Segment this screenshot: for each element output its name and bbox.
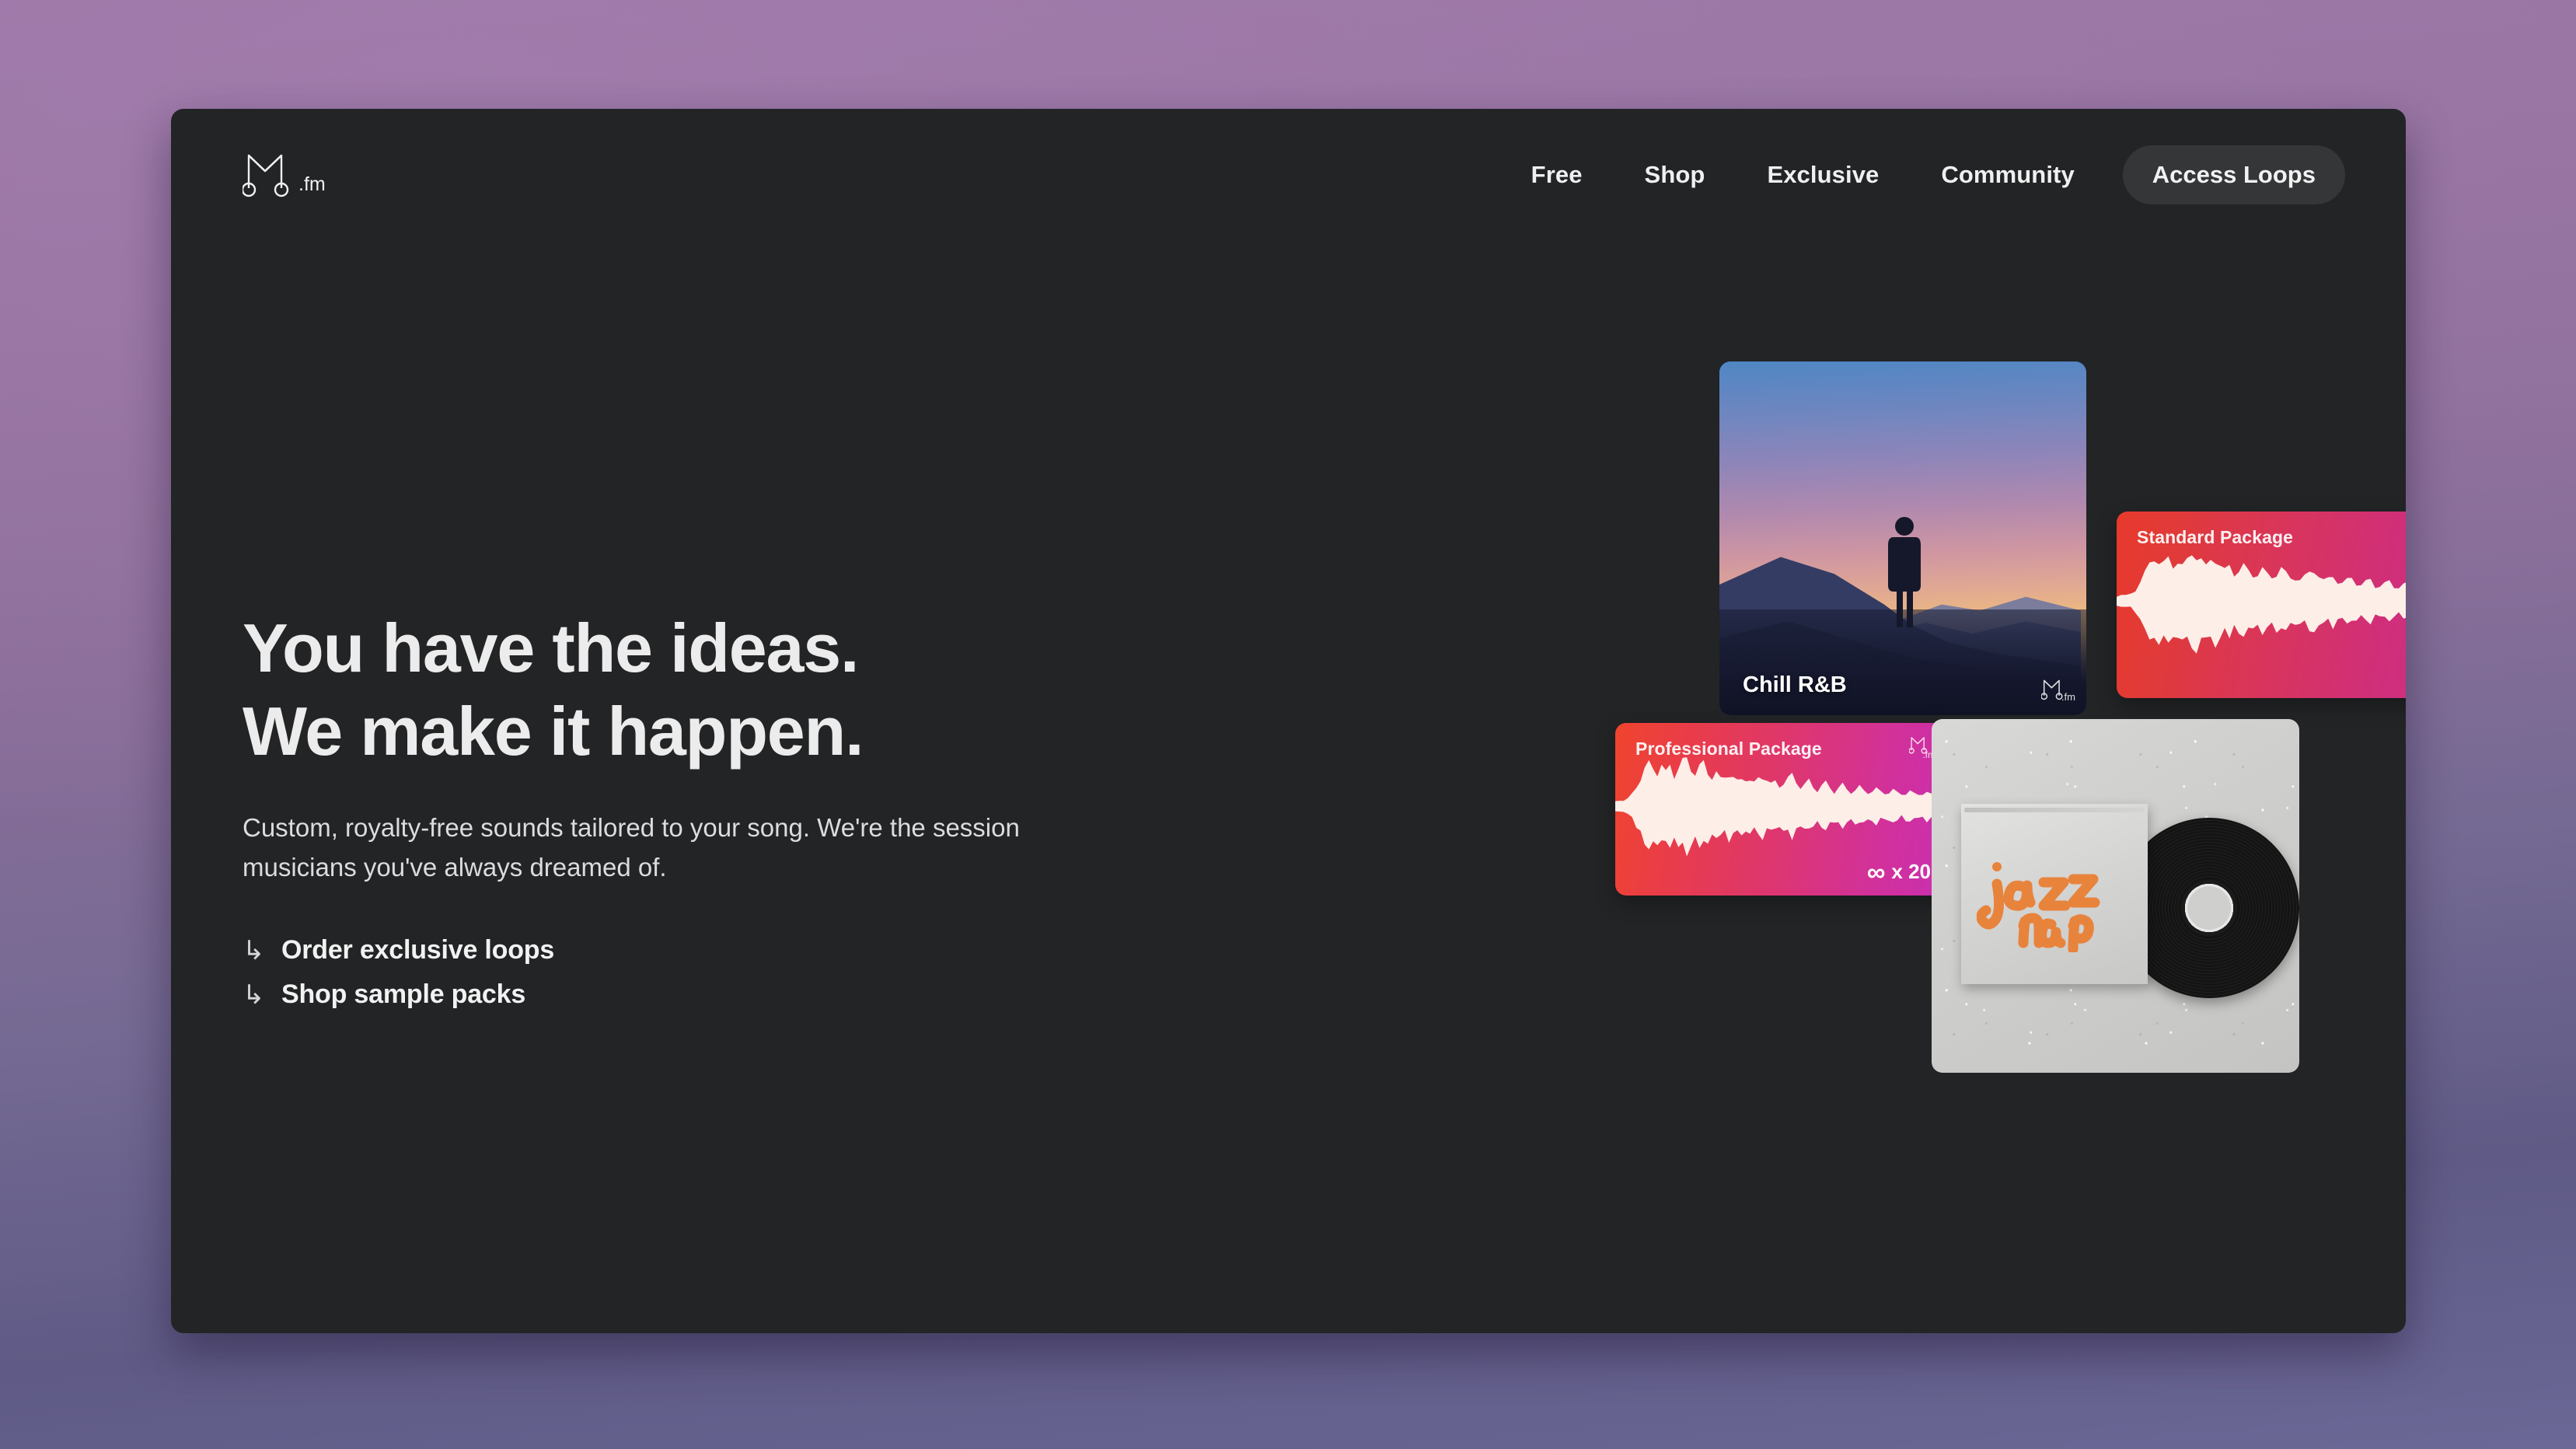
jazz-rap-lettering (1976, 861, 2100, 952)
card-chill-rnb[interactable]: Chill R&B .fm (1719, 361, 2086, 715)
hero-card-collage: Chill R&B .fm Standard Package Professio… (1228, 109, 2406, 1333)
hero-content: You have the ideas. We make it happen. C… (243, 606, 1214, 1024)
waveform-graphic (1615, 756, 1948, 857)
page-title: You have the ideas. We make it happen. (243, 606, 1214, 773)
hero-link-list: ↳ Order exclusive loops ↳ Shop sample pa… (243, 935, 1214, 1010)
loop-count-badge: ∞ x 20 (1867, 859, 1931, 885)
headline-line-1: You have the ideas. (243, 609, 859, 686)
hero-panel: .fm Free Shop Exclusive Community Access… (171, 109, 2406, 1333)
infinity-icon: ∞ (1866, 857, 1885, 886)
card-professional-package[interactable]: Professional Package .fm ∞ x 20 (1615, 723, 1948, 896)
waveform-graphic (2117, 555, 2406, 654)
card-title: Chill R&B (1743, 672, 1847, 697)
hero-subcopy: Custom, royalty-free sounds tailored to … (243, 812, 1020, 882)
card-jazz-rap[interactable]: jazz rap (1932, 719, 2299, 1073)
link-label: Shop sample packs (281, 979, 526, 1009)
headline-line-2: We make it happen. (243, 693, 864, 770)
person-silhouette-icon (1888, 516, 1922, 627)
loop-count-value: x 20 (1891, 860, 1931, 883)
brand-logo[interactable]: .fm (243, 151, 326, 199)
link-label: Order exclusive loops (281, 935, 555, 965)
corner-arrow-icon: ↳ (243, 979, 265, 1010)
link-order-exclusive-loops[interactable]: ↳ Order exclusive loops (243, 935, 1214, 965)
card-watermark-suffix: .fm (2061, 691, 2075, 703)
music-note-m-logo-icon (243, 154, 289, 197)
corner-arrow-icon: ↳ (243, 935, 265, 965)
card-standard-package[interactable]: Standard Package .fm ∞ x 10 (2117, 512, 2406, 698)
record-sleeve (1960, 804, 2148, 985)
link-shop-sample-packs[interactable]: ↳ Shop sample packs (243, 979, 1214, 1010)
brand-suffix: .fm (298, 173, 326, 195)
